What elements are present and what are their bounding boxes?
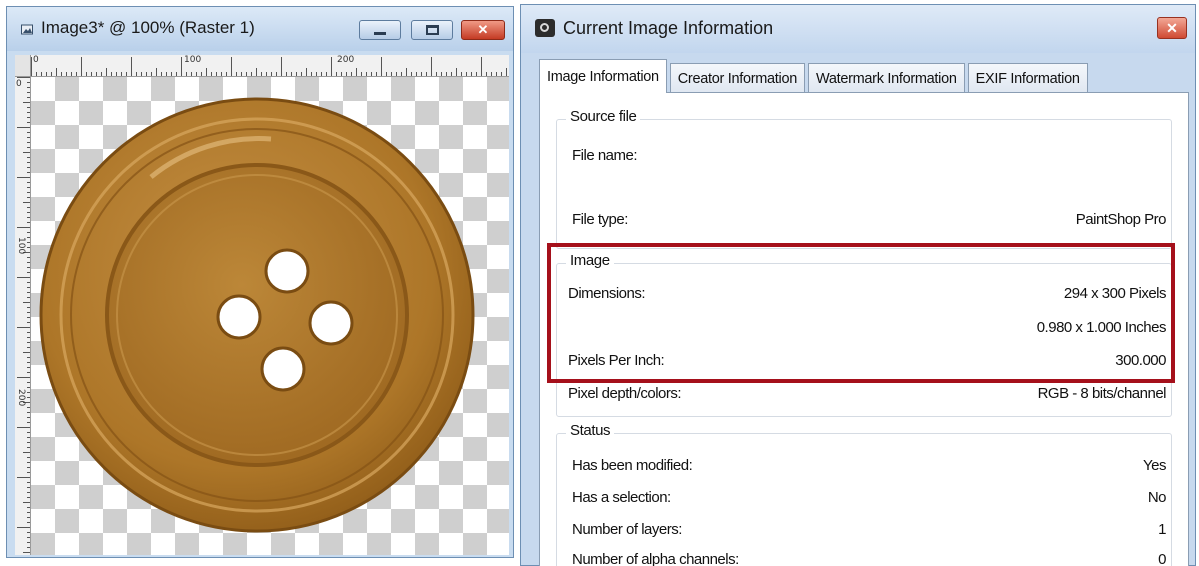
image-legend: Image <box>566 252 614 269</box>
horizontal-ruler-ticks <box>31 57 507 76</box>
image-window-titlebar[interactable]: Image3* @ 100% (Raster 1) ✕ <box>7 7 513 51</box>
horizontal-ruler[interactable]: 0 100 200 <box>31 55 509 77</box>
pixels-per-inch-label: Pixels Per Inch: <box>568 352 665 369</box>
screen: Image3* @ 100% (Raster 1) ✕ 0 100 200 0 … <box>0 0 1199 566</box>
dialog-close-button[interactable]: ✕ <box>1157 17 1187 39</box>
source-file-group <box>556 119 1172 249</box>
dimensions-inches-value: 0.980 x 1.000 Inches <box>1036 319 1167 336</box>
side-ruler-mark-100: 100 <box>16 237 26 255</box>
dialog-title: Current Image Information <box>563 18 774 38</box>
close-icon: ✕ <box>1166 19 1178 36</box>
image-canvas[interactable] <box>31 77 509 555</box>
image-window-close-button[interactable]: ✕ <box>461 20 505 40</box>
ruler-mark-0: 0 <box>33 55 39 65</box>
has-selection-value: No <box>1147 489 1167 506</box>
number-of-alpha-channels-value: 0 <box>1158 551 1166 566</box>
dialog-titlebar[interactable]: Current Image Information ✕ <box>521 5 1195 53</box>
ruler-corner <box>15 55 31 77</box>
has-selection-label: Has a selection: <box>572 489 671 506</box>
pixel-depth-label: Pixel depth/colors: <box>568 385 682 402</box>
tab-watermark-information[interactable]: Watermark Information <box>807 63 965 93</box>
image-information-dialog: Current Image Information ✕ Image Inform… <box>520 4 1196 566</box>
file-type-value: PaintShop Pro <box>1075 211 1167 228</box>
camera-icon <box>535 19 555 37</box>
vertical-ruler[interactable]: 0 100 200 <box>15 77 31 555</box>
tab-strip: Image Information Creator Information Wa… <box>539 59 1091 93</box>
tab-label: Image Information <box>547 68 659 85</box>
dimensions-pixels-value: 294 x 300 Pixels <box>1063 285 1167 302</box>
tab-creator-information[interactable]: Creator Information <box>669 63 805 93</box>
file-name-label: File name: <box>572 147 638 164</box>
has-been-modified-label: Has been modified: <box>572 457 693 474</box>
source-file-legend: Source file <box>566 108 641 125</box>
file-type-label: File type: <box>572 211 628 228</box>
side-ruler-mark-200: 200 <box>16 389 26 407</box>
pixels-per-inch-value: 300.000 <box>1115 352 1166 369</box>
maximize-button[interactable] <box>411 20 453 40</box>
has-been-modified-value: Yes <box>1143 457 1166 474</box>
maximize-icon <box>425 25 439 35</box>
side-ruler-mark-0: 0 <box>16 79 22 89</box>
number-of-alpha-channels-label: Number of alpha channels: <box>572 551 739 566</box>
tab-label: Watermark Information <box>815 70 957 87</box>
tab-exif-information[interactable]: EXIF Information <box>967 63 1088 93</box>
image-information-panel: Source file File name: File type: PaintS… <box>539 92 1189 566</box>
ruler-mark-100: 100 <box>184 55 202 65</box>
tab-image-information[interactable]: Image Information <box>539 59 667 93</box>
number-of-layers-value: 1 <box>1158 521 1166 538</box>
button-image <box>39 97 475 533</box>
pixel-depth-value: RGB - 8 bits/channel <box>1037 385 1167 402</box>
image-window-title: Image3* @ 100% (Raster 1) <box>41 18 255 37</box>
minimize-button[interactable] <box>359 20 401 40</box>
number-of-layers-label: Number of layers: <box>572 521 682 538</box>
status-legend: Status <box>566 422 615 439</box>
image-window: Image3* @ 100% (Raster 1) ✕ 0 100 200 0 … <box>6 6 514 558</box>
close-icon: ✕ <box>477 22 489 37</box>
tab-label: EXIF Information <box>975 70 1080 87</box>
minimize-icon <box>374 31 386 35</box>
tab-label: Creator Information <box>677 70 798 87</box>
ruler-mark-200: 200 <box>337 55 355 65</box>
image-document-icon <box>21 24 33 35</box>
vertical-ruler-ticks <box>17 77 30 553</box>
dimensions-label: Dimensions: <box>568 285 646 302</box>
